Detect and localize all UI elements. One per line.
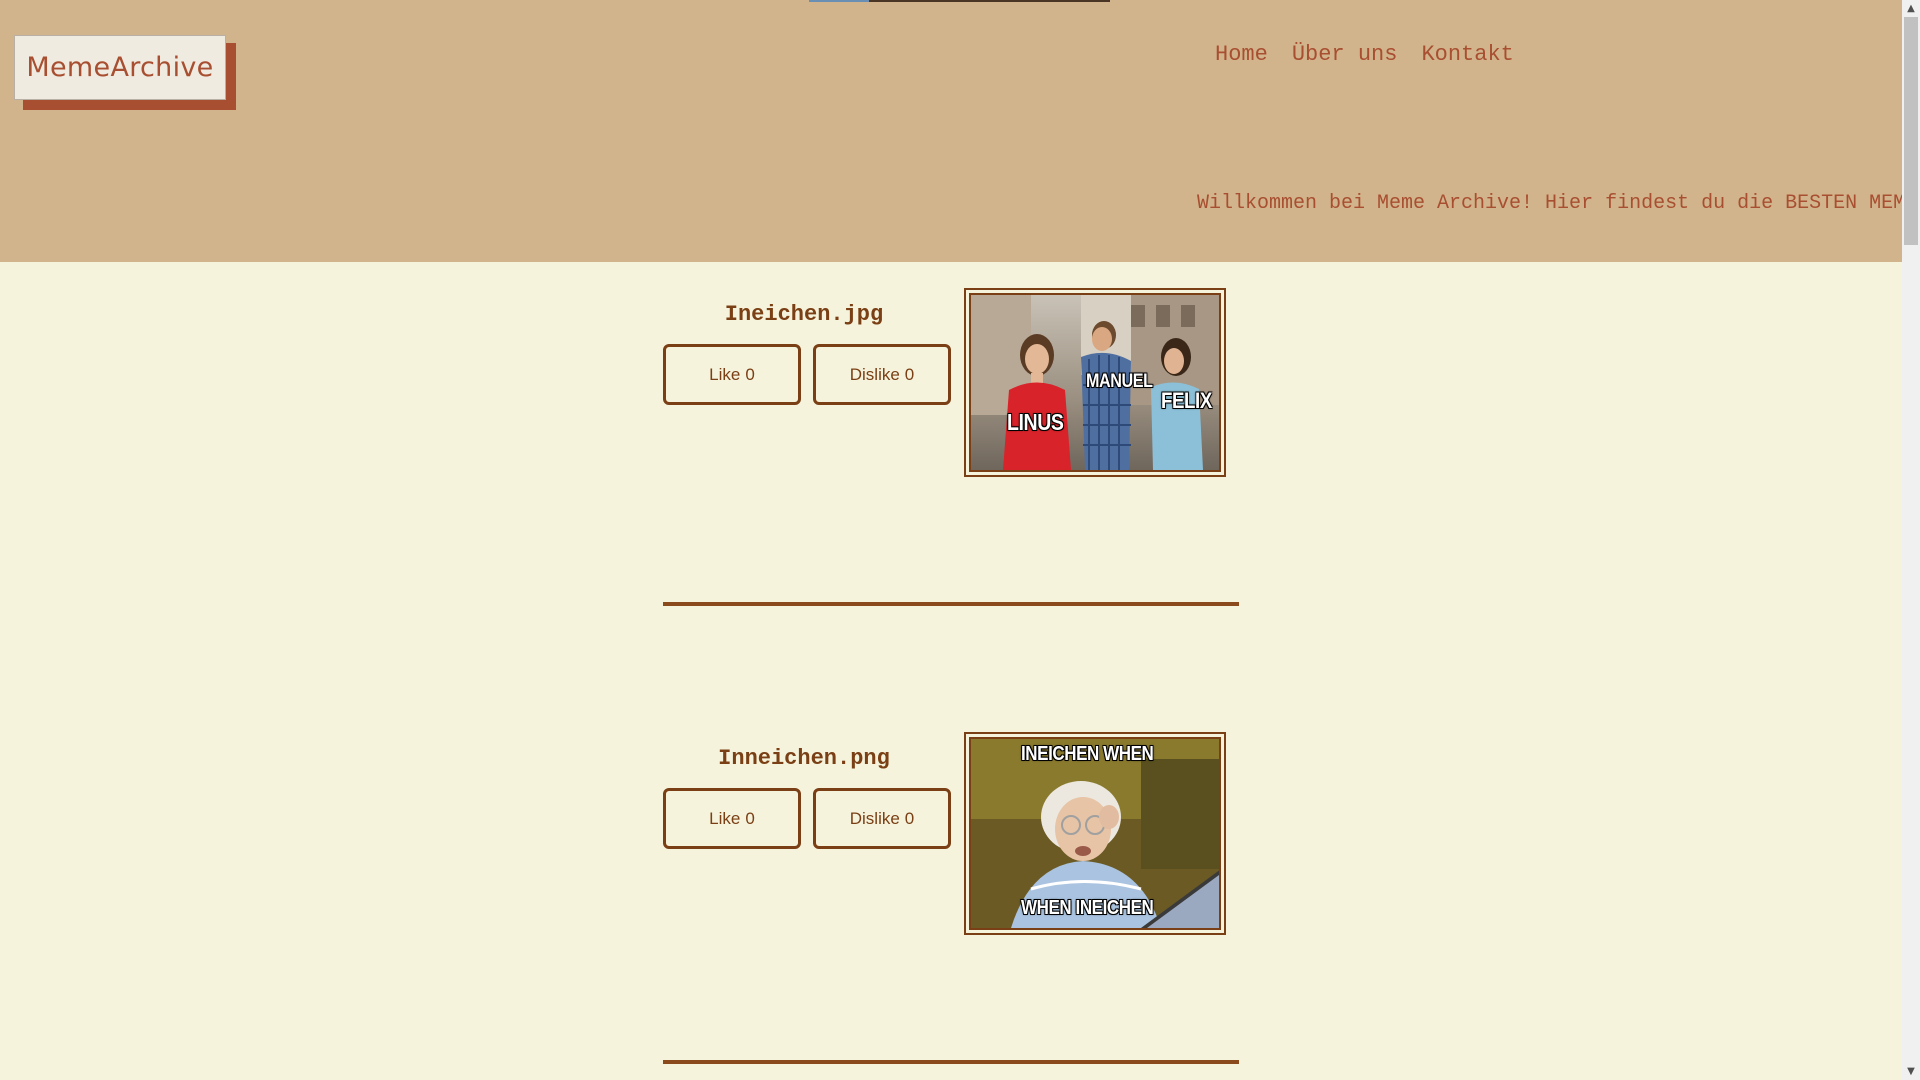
nav-link-contact[interactable]: Kontakt xyxy=(1421,42,1513,67)
like-label: Like xyxy=(709,364,741,384)
dislike-count: 0 xyxy=(904,364,915,384)
dislike-count: 0 xyxy=(904,808,915,828)
like-count: 0 xyxy=(745,364,755,384)
nav-link-about[interactable]: Über uns xyxy=(1292,42,1398,67)
site-header: MemeArchive Home Über uns Kontakt Willko… xyxy=(0,0,1902,262)
site-logo[interactable]: MemeArchive xyxy=(14,35,226,100)
dislike-label: Dislike xyxy=(849,364,900,384)
meme-caption: MANUEL xyxy=(1086,371,1153,392)
meme-caption: FELIX xyxy=(1161,388,1212,413)
like-button[interactable]: Like 0 xyxy=(663,344,801,405)
nav-link-home[interactable]: Home xyxy=(1215,42,1268,67)
welcome-marquee: Willkommen bei Meme Archive! Hier findes… xyxy=(1197,192,1902,215)
meme-caption: WHEN INEICHEN xyxy=(1021,897,1154,919)
post-title: Inneichen.png xyxy=(718,746,890,771)
dislike-button[interactable]: Dislike 0 xyxy=(813,788,951,849)
dislike-button[interactable]: Dislike 0 xyxy=(813,344,951,405)
top-tab-line-accent xyxy=(809,0,869,2)
like-label: Like xyxy=(709,808,741,828)
meme-image[interactable]: LINUS MANUEL FELIX xyxy=(969,293,1221,472)
scroll-down-arrow-icon[interactable]: ▼ xyxy=(1902,1063,1920,1080)
post-title: Ineichen.jpg xyxy=(724,302,884,327)
meme-caption: LINUS xyxy=(1007,409,1064,435)
scroll-up-arrow-icon[interactable]: ▲ xyxy=(1902,0,1920,17)
post-divider xyxy=(663,602,1239,606)
meme-image-frame: LINUS MANUEL FELIX xyxy=(964,288,1226,477)
logo-text: MemeArchive xyxy=(26,52,214,83)
meme-image[interactable]: INEICHEN WHEN WHEN INEICHEN xyxy=(969,737,1221,930)
dislike-label: Dislike xyxy=(849,808,900,828)
meme-caption: INEICHEN WHEN xyxy=(1021,743,1154,765)
like-count: 0 xyxy=(745,808,755,828)
main-nav: Home Über uns Kontakt xyxy=(1215,42,1514,67)
vertical-scrollbar[interactable]: ▲ ▼ xyxy=(1902,0,1920,1080)
meme-image-frame: INEICHEN WHEN WHEN INEICHEN xyxy=(964,732,1226,935)
post-divider xyxy=(663,1060,1239,1064)
scrollbar-thumb[interactable] xyxy=(1904,17,1918,245)
page-viewport: MemeArchive Home Über uns Kontakt Willko… xyxy=(0,0,1902,1080)
like-button[interactable]: Like 0 xyxy=(663,788,801,849)
